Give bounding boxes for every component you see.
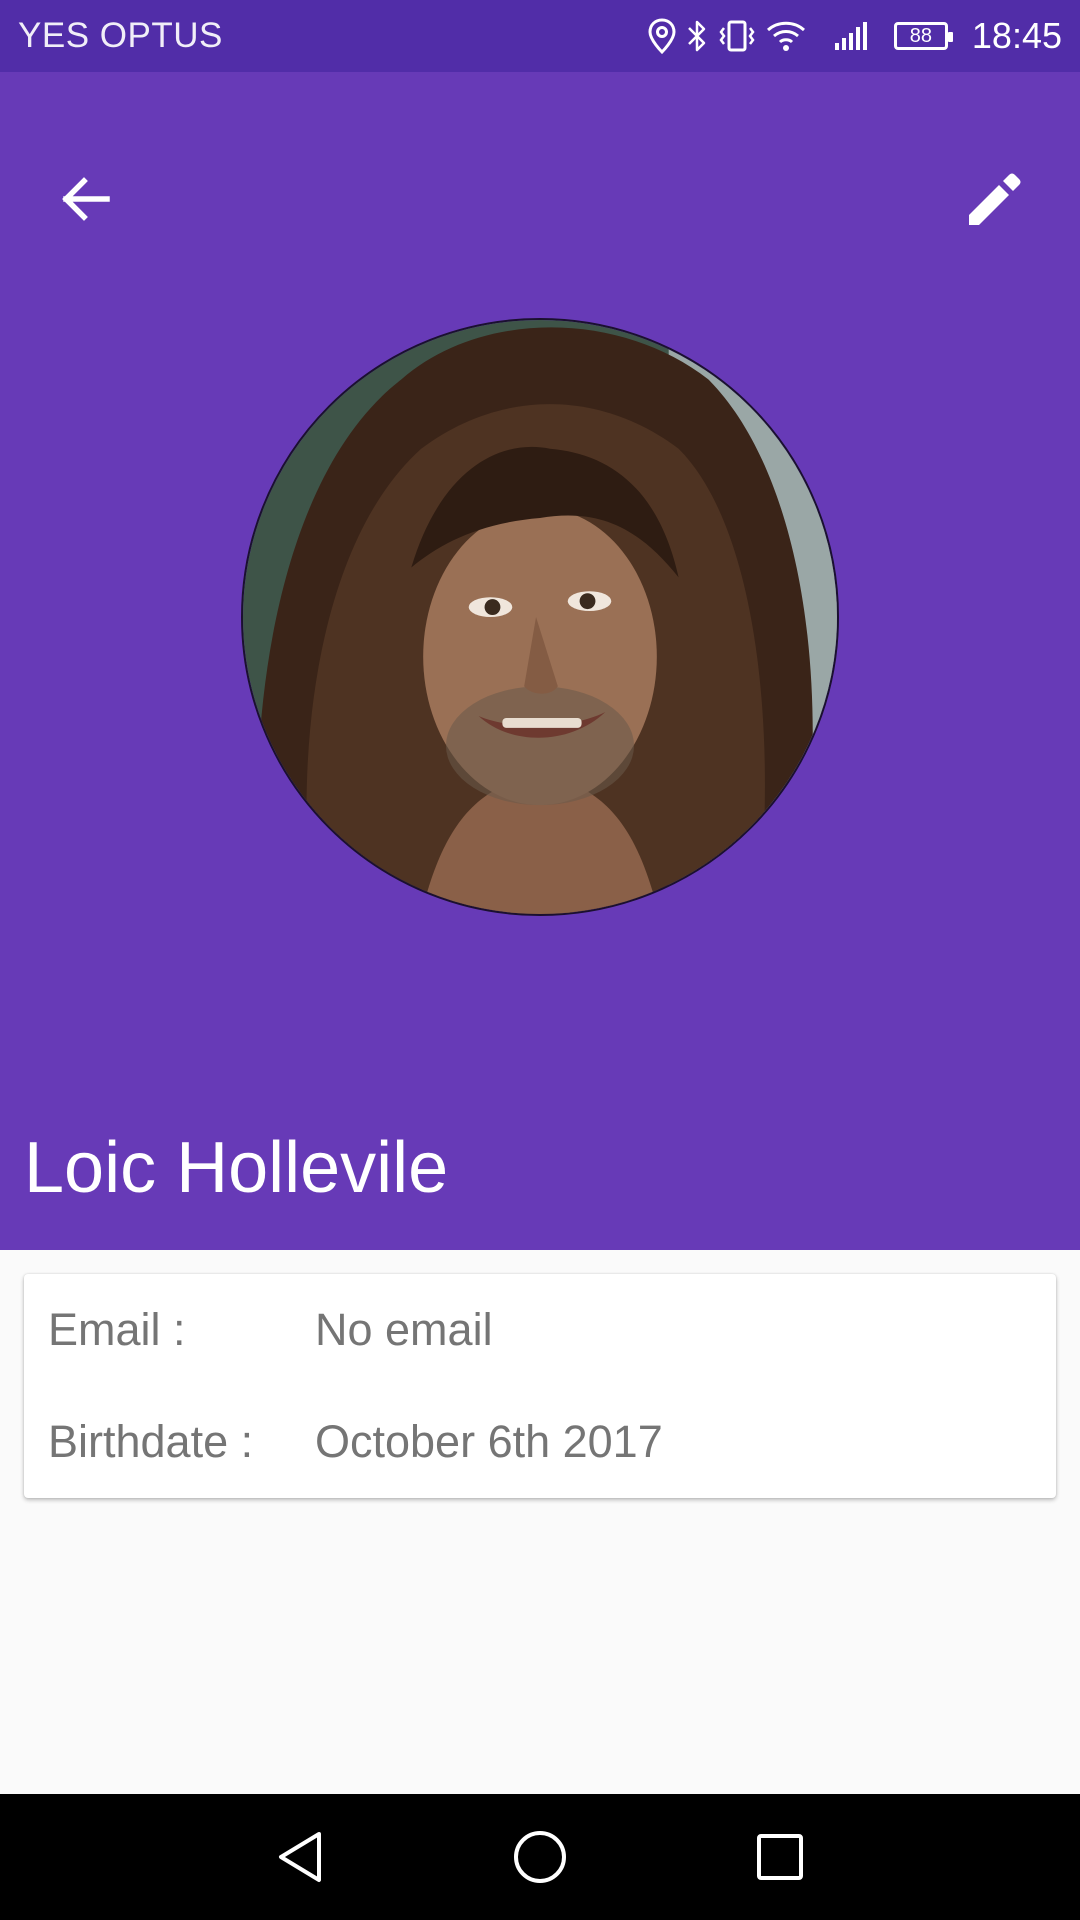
birthdate-value: October 6th 2017	[315, 1416, 663, 1467]
status-icons: 88 18:45	[648, 15, 1062, 57]
birthdate-row: Birthdate : October 6th 2017	[48, 1416, 663, 1468]
back-triangle-icon	[279, 1832, 321, 1882]
carrier-name: YES OPTUS	[18, 16, 223, 55]
pencil-icon	[969, 173, 1021, 225]
details-card: Email : No email Birthdate : October 6th…	[24, 1274, 1056, 1498]
navigation-bar	[0, 1794, 1080, 1920]
bluetooth-icon	[686, 18, 708, 54]
nav-recents-button[interactable]	[745, 1822, 815, 1892]
recents-square-icon	[757, 1834, 803, 1880]
back-button[interactable]	[40, 154, 130, 244]
nav-home-button[interactable]	[505, 1822, 575, 1892]
arrow-back-icon	[62, 177, 110, 221]
clock: 18:45	[971, 15, 1062, 56]
profile-photo	[243, 320, 837, 914]
nav-back-button[interactable]	[265, 1822, 335, 1892]
edit-button[interactable]	[950, 154, 1040, 244]
email-value: No email	[315, 1304, 493, 1355]
birthdate-label: Birthdate :	[48, 1416, 254, 1467]
profile-name: Loic Hollevile	[24, 1128, 449, 1208]
profile-header: Loic Hollevile	[0, 72, 1080, 1250]
home-circle-icon	[514, 1831, 566, 1883]
signal-icon	[834, 21, 870, 51]
wifi-icon	[766, 19, 806, 53]
email-row: Email : No email	[48, 1304, 493, 1356]
location-icon	[648, 18, 676, 54]
vibrate-icon	[718, 18, 756, 54]
email-label: Email :	[48, 1304, 186, 1355]
status-bar: YES OPTUS 88 18:45	[0, 0, 1080, 72]
battery-icon: 88	[893, 22, 953, 50]
avatar	[241, 318, 839, 916]
